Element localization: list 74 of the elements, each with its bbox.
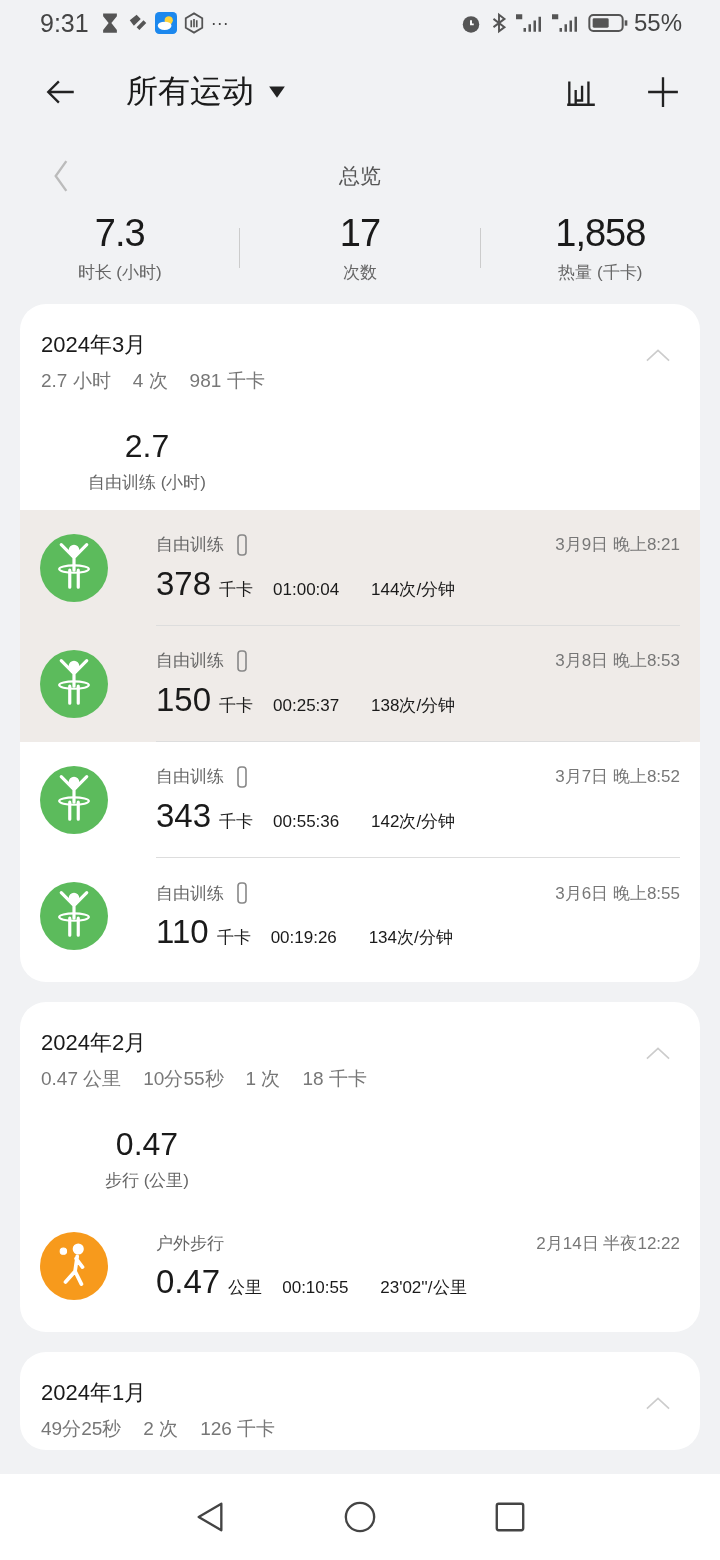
activity-name: 自由训练 — [156, 882, 224, 905]
activity-duration: 00:25:37 — [273, 695, 341, 716]
activity-pace: 23'02''/公里 — [380, 1276, 467, 1299]
month-summary: 2.7 小时 — [41, 369, 111, 393]
hula-hoop-icon — [40, 766, 108, 834]
activity-duration: 00:10:55 — [282, 1277, 350, 1298]
record-row[interactable]: 自由训练 3月7日 晚上8:52 343 千卡 00:55:36 142次/分钟 — [20, 742, 700, 858]
more-notifications: ··· — [210, 12, 229, 34]
activity-pace: 142次/分钟 — [371, 810, 456, 833]
activity-value: 378 — [156, 564, 212, 603]
month-summary: 4 次 — [132, 369, 168, 393]
record-row[interactable]: 自由训练 3月6日 晚上8:55 110 千卡 00:19:26 134次/分钟 — [20, 858, 700, 974]
battery-icon — [587, 11, 628, 35]
battery-percent: 55% — [633, 9, 682, 37]
month-title: 2024年3月 — [41, 331, 148, 359]
month-title: 2024年2月 — [41, 1029, 148, 1057]
activity-name: 户外步行 — [156, 1232, 224, 1255]
month-summary: 126 千卡 — [200, 1417, 276, 1441]
highlight-label: 步行 (公里) — [104, 1170, 189, 1192]
month-summary: 10分55秒 — [143, 1067, 224, 1091]
highlight-value: 2.7 — [124, 428, 170, 465]
highlight-label: 自由训练 (小时) — [87, 472, 206, 494]
total-value: 1,858 — [555, 212, 646, 255]
total-label: 次数 — [343, 262, 377, 284]
activity-name: 自由训练 — [156, 650, 224, 672]
month-summary: 18 千卡 — [302, 1067, 367, 1091]
activity-date: 3月7日 晚上8:52 — [555, 766, 680, 788]
total-value: 17 — [339, 212, 381, 255]
total-label: 热量 (千卡) — [558, 262, 643, 284]
activity-duration: 01:00:04 — [273, 579, 341, 600]
activity-unit: 千卡 — [219, 810, 255, 833]
caret-icon[interactable] — [268, 85, 286, 99]
month-title: 2024年1月 — [41, 1379, 148, 1407]
walking-icon — [40, 1232, 108, 1300]
activity-name: 自由训练 — [156, 766, 224, 788]
activity-value: 343 — [156, 796, 212, 835]
home-nav-icon[interactable] — [343, 1500, 377, 1534]
overview-title: 总览 — [339, 163, 381, 189]
highlight-value: 0.47 — [115, 1126, 179, 1163]
activity-value: 0.47 — [156, 1262, 221, 1301]
hula-hoop-icon — [40, 650, 108, 718]
activity-pace: 134次/分钟 — [368, 927, 453, 949]
total-value: 7.3 — [94, 212, 145, 255]
total-label: 时长 (小时) — [77, 262, 162, 284]
activity-unit: 千卡 — [219, 578, 255, 601]
month-summary: 49分25秒 — [41, 1417, 122, 1441]
recents-nav-icon[interactable] — [493, 1500, 527, 1534]
weather-app-icon — [154, 12, 177, 34]
hula-hoop-icon — [40, 534, 108, 602]
activity-date: 2月14日 半夜12:22 — [536, 1232, 680, 1255]
activity-duration: 00:55:36 — [273, 811, 341, 832]
month-summary: 1 次 — [245, 1067, 281, 1091]
activity-value: 150 — [156, 680, 212, 719]
record-row[interactable]: 自由训练 3月8日 晚上8:53 150 千卡 00:25:37 138次/分钟 — [20, 626, 700, 742]
add-icon[interactable] — [646, 75, 680, 109]
hula-hoop-icon — [40, 882, 108, 950]
activity-pace: 144次/分钟 — [371, 578, 456, 601]
month-summary: 0.47 公里 — [41, 1067, 122, 1091]
activity-unit: 千卡 — [216, 927, 252, 949]
activity-pace: 138次/分钟 — [371, 694, 456, 717]
activity-date: 3月8日 晚上8:53 — [555, 650, 680, 672]
activity-unit: 公里 — [228, 1276, 264, 1299]
page-title[interactable]: 所有运动 — [126, 70, 254, 114]
status-time: 9:31 — [40, 8, 89, 38]
record-row[interactable]: 户外步行 2月14日 半夜12:22 0.47 公里 00:10:55 23'02''/公里 — [20, 1208, 700, 1324]
activity-date: 3月6日 晚上8:55 — [555, 882, 680, 905]
activity-date: 3月9日 晚上8:21 — [555, 534, 680, 556]
activity-duration: 00:19:26 — [270, 928, 338, 948]
month-summary: 981 千卡 — [189, 369, 265, 393]
month-summary: 2 次 — [143, 1417, 179, 1441]
record-row[interactable]: 自由训练 3月9日 晚上8:21 378 千卡 01:00:04 144次/分钟 — [20, 510, 700, 626]
activity-value: 110 — [156, 913, 209, 951]
activity-name: 自由训练 — [156, 534, 224, 556]
activity-unit: 千卡 — [219, 694, 255, 717]
